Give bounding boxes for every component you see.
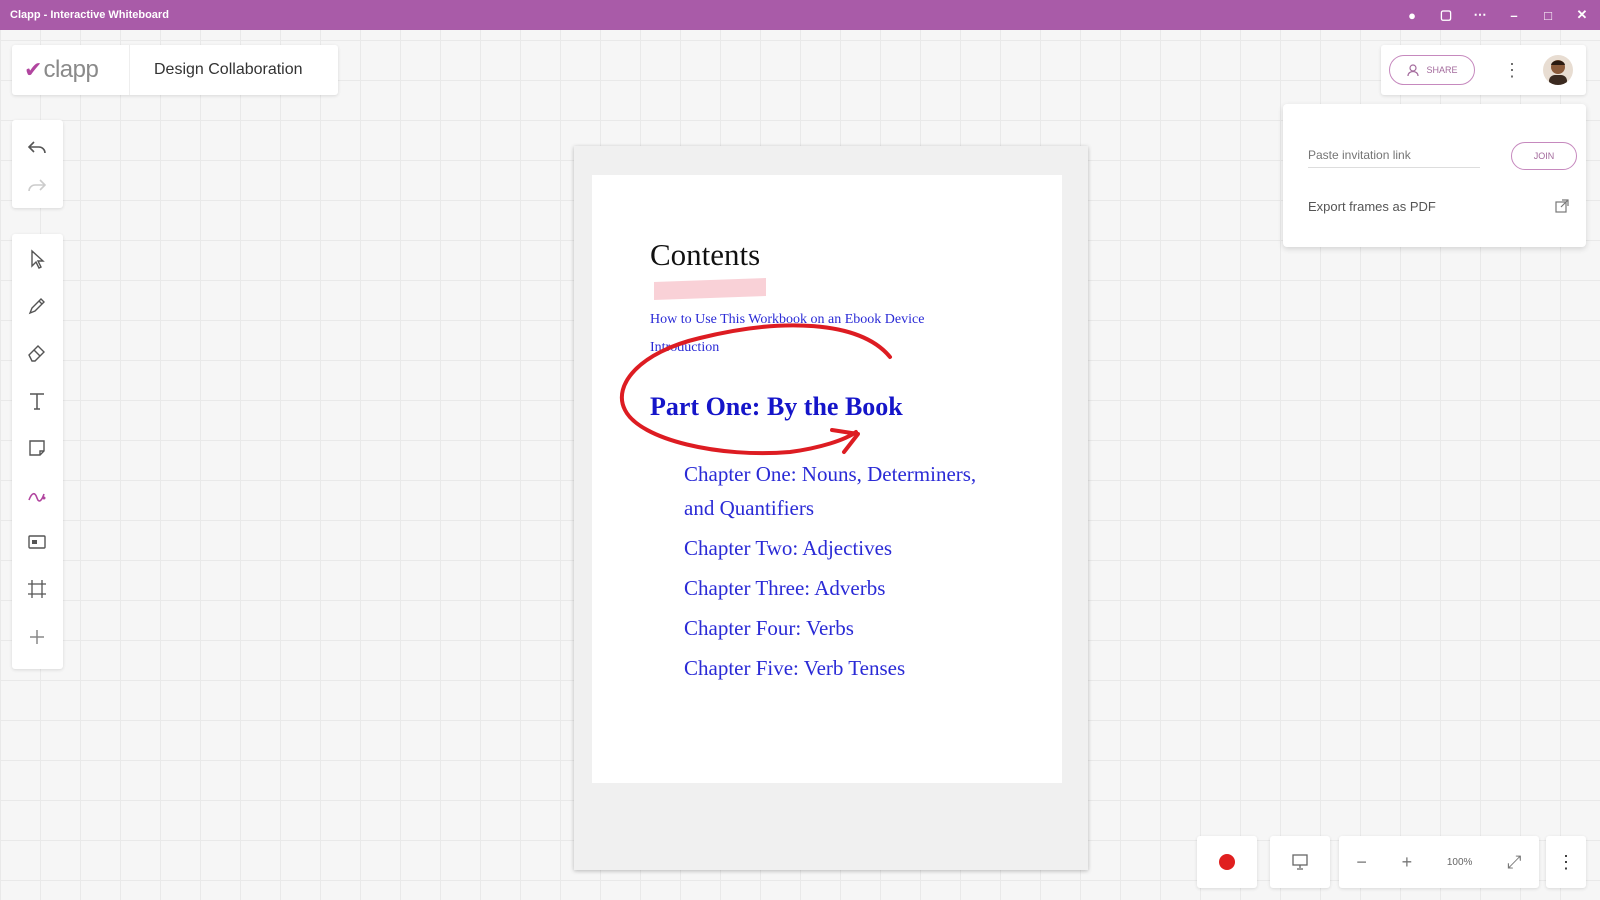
toc-chapter-link[interactable]: Chapter Five: Verb Tenses <box>684 651 905 685</box>
export-pdf-row[interactable]: Export frames as PDF <box>1308 198 1570 214</box>
header-actions: SHARE ⋮ <box>1381 45 1586 95</box>
toc-chapter-link[interactable]: Chapter Two: Adjectives <box>684 531 892 565</box>
add-icon[interactable] <box>22 622 52 652</box>
record-icon <box>1219 854 1235 870</box>
fullscreen-icon[interactable]: ⤢ <box>1507 852 1521 873</box>
share-popup: JOIN Export frames as PDF <box>1283 104 1586 247</box>
join-button[interactable]: JOIN <box>1511 142 1577 170</box>
present-screen-icon <box>1292 854 1308 870</box>
close-button[interactable]: ✕ <box>1572 5 1592 25</box>
record-status-icon[interactable]: ● <box>1402 5 1422 25</box>
extension-icon[interactable]: ▢ <box>1436 5 1456 25</box>
external-link-icon <box>1555 199 1569 213</box>
history-toolbar <box>12 120 63 208</box>
app-logo[interactable]: ✔ clapp <box>12 45 130 95</box>
pen-icon[interactable] <box>22 291 52 321</box>
zoom-controls: − + 100% ⤢ <box>1339 836 1539 888</box>
window-controls: ● ▢ ⋯ – □ ✕ <box>1402 0 1592 30</box>
contents-heading: Contents <box>650 237 761 272</box>
text-tool-icon[interactable] <box>22 386 52 416</box>
share-button[interactable]: SHARE <box>1389 55 1475 85</box>
frame-tool-icon[interactable] <box>22 574 52 604</box>
eraser-icon[interactable] <box>22 338 52 368</box>
invitation-link-input[interactable] <box>1308 142 1480 168</box>
zoom-in-button[interactable]: + <box>1402 852 1413 873</box>
zoom-out-button[interactable]: − <box>1356 852 1367 873</box>
present-button[interactable] <box>1270 836 1330 888</box>
minimize-button[interactable]: – <box>1504 5 1524 25</box>
board-title[interactable]: Design Collaboration <box>130 61 303 79</box>
toc-link[interactable]: How to Use This Workbook on an Ebook Dev… <box>650 312 924 328</box>
toc-chapter-link[interactable]: Chapter One: Nouns, Determiners, <box>684 457 976 491</box>
image-insert-icon[interactable] <box>22 527 52 557</box>
window-title: Clapp - Interactive Whiteboard <box>10 9 169 21</box>
shapes-curve-icon[interactable] <box>22 480 52 510</box>
zoom-level[interactable]: 100% <box>1447 857 1473 868</box>
toc-part-heading[interactable]: Part One: By the Book <box>650 392 903 422</box>
tools-toolbar <box>12 234 63 669</box>
export-pdf-label: Export frames as PDF <box>1308 198 1436 214</box>
record-button[interactable] <box>1197 836 1257 888</box>
maximize-button[interactable]: □ <box>1538 5 1558 25</box>
toc-link[interactable]: Introduction <box>650 340 719 356</box>
logo-mark-icon: ✔ <box>24 57 43 82</box>
more-icon[interactable]: ⋯ <box>1470 5 1490 25</box>
user-icon <box>1407 64 1420 77</box>
toc-chapter-link[interactable]: and Quantifiers <box>684 491 814 525</box>
brand-card: ✔ clapp Design Collaboration <box>12 45 338 95</box>
more-options-icon[interactable]: ⋮ <box>1503 60 1521 81</box>
canvas-menu-icon[interactable]: ⋮ <box>1546 836 1586 888</box>
redo-icon[interactable] <box>22 170 52 200</box>
share-label: SHARE <box>1426 65 1458 75</box>
toc-chapter-link[interactable]: Chapter Three: Adverbs <box>684 571 885 605</box>
window-titlebar: Clapp - Interactive Whiteboard ● ▢ ⋯ – □… <box>0 0 1600 30</box>
select-pointer-icon[interactable] <box>22 244 52 274</box>
sticky-note-icon[interactable] <box>22 433 52 463</box>
avatar[interactable] <box>1543 55 1573 85</box>
undo-icon[interactable] <box>22 132 52 162</box>
logo-text: clapp <box>43 56 99 83</box>
toc-chapter-link[interactable]: Chapter Four: Verbs <box>684 611 854 645</box>
